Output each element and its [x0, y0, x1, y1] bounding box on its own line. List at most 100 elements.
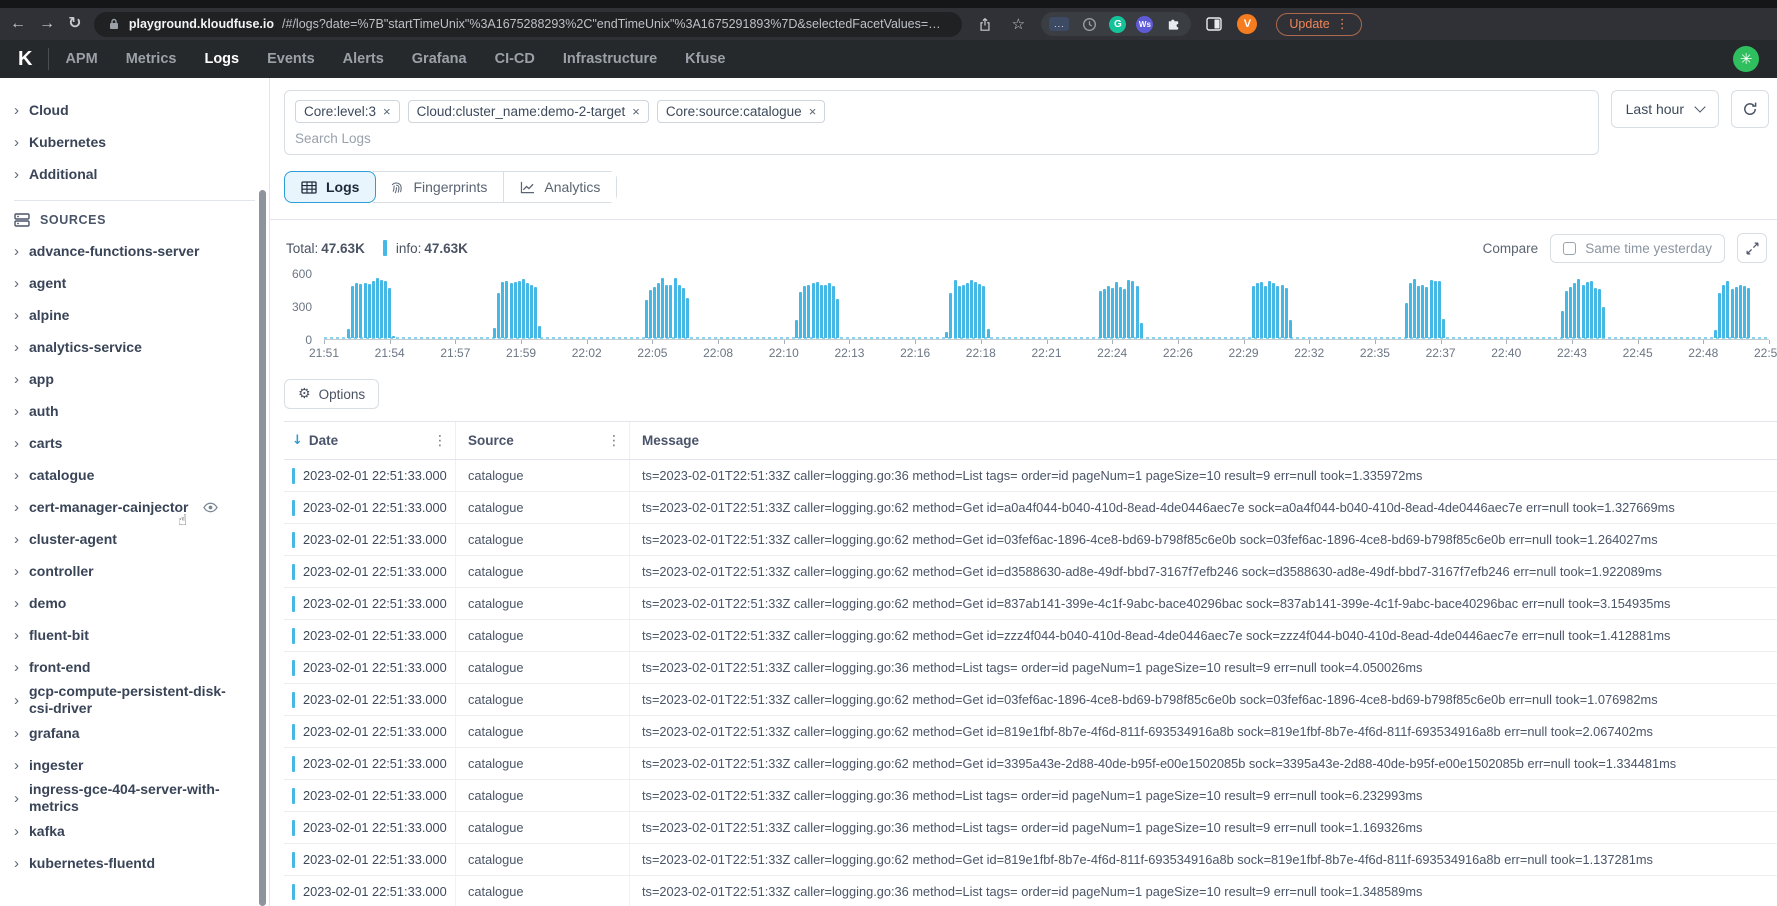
tab-fingerprints[interactable]: Fingerprints [373, 172, 503, 202]
chart-plot-area[interactable] [324, 274, 1769, 340]
browser-reload-icon[interactable]: ↻ [68, 16, 81, 32]
sidebar-item-carts[interactable]: ›carts [14, 427, 269, 459]
browser-back-icon[interactable]: ← [10, 16, 26, 32]
facet-group-kubernetes[interactable]: ›Kubernetes [14, 126, 269, 158]
chevron-right-icon: › [14, 693, 19, 708]
sidebar-scrollbar[interactable] [259, 190, 266, 906]
sidebar-item-cluster-agent[interactable]: ›cluster-agent [14, 523, 269, 555]
app-avatar[interactable]: ✳ [1733, 46, 1759, 72]
tab-analytics[interactable]: Analytics [503, 172, 616, 202]
puzzle-extension-icon[interactable] [1163, 14, 1183, 34]
nav-item-grafana[interactable]: Grafana [412, 51, 467, 67]
sidebar-item-grafana[interactable]: ›grafana [14, 717, 269, 749]
table-row[interactable]: 2023-02-01 22:51:33.000cataloguets=2023-… [284, 524, 1777, 556]
workspaces-icon[interactable]: Ws [1136, 16, 1153, 33]
sort-desc-icon[interactable]: ↓ [292, 433, 303, 448]
collapse-chart-button[interactable] [1737, 233, 1767, 263]
history-clock-icon[interactable] [1079, 14, 1099, 34]
sidebar-item-cert-manager-cainjector[interactable]: ›cert-manager-cainjector☝ [14, 491, 269, 523]
sidebar-item-fluent-bit[interactable]: ›fluent-bit [14, 619, 269, 651]
nav-item-infrastructure[interactable]: Infrastructure [563, 51, 657, 67]
sidebar-item-kubernetes-fluentd[interactable]: ›kubernetes-fluentd [14, 847, 269, 879]
sidebar-item-advance-functions-server[interactable]: ›advance-functions-server [14, 235, 269, 267]
chart-bar [970, 280, 973, 338]
table-row[interactable]: 2023-02-01 22:51:33.000cataloguets=2023-… [284, 652, 1777, 684]
log-volume-chart[interactable]: 6003000 21:5121:5421:5721:5922:0222:0522… [284, 274, 1769, 364]
share-icon[interactable] [975, 14, 995, 34]
bookmark-star-icon[interactable]: ☆ [1008, 14, 1028, 34]
sidebar-item-ingester[interactable]: ›ingester [14, 749, 269, 781]
table-row[interactable]: 2023-02-01 22:51:33.000cataloguets=2023-… [284, 460, 1777, 492]
browser-menu-icon[interactable]: ⋮ [1336, 17, 1349, 32]
address-bar[interactable]: playground.kloudfuse.io/#/logs?date=%7B"… [94, 12, 962, 37]
nav-item-kfuse[interactable]: Kfuse [685, 51, 725, 67]
refresh-button[interactable] [1731, 90, 1769, 128]
log-search-box[interactable]: Core:level:3× Cloud:cluster_name:demo-2-t… [284, 90, 1599, 155]
table-row[interactable]: 2023-02-01 22:51:33.000cataloguets=2023-… [284, 748, 1777, 780]
sidebar-item-controller[interactable]: ›controller [14, 555, 269, 587]
cell-date: 2023-02-01 22:51:33.000 [284, 748, 456, 779]
table-row[interactable]: 2023-02-01 22:51:33.000cataloguets=2023-… [284, 492, 1777, 524]
checkbox-icon[interactable] [1563, 242, 1576, 255]
tab-logs[interactable]: Logs [284, 171, 376, 203]
table-row[interactable]: 2023-02-01 22:51:33.000cataloguets=2023-… [284, 876, 1777, 906]
filter-chip-core-level-3[interactable]: Core:level:3× [295, 100, 400, 123]
table-row[interactable]: 2023-02-01 22:51:33.000cataloguets=2023-… [284, 716, 1777, 748]
browser-profile-avatar[interactable]: V [1237, 14, 1257, 34]
sidebar-item-ingress-gce-404-server-with-metrics[interactable]: ›ingress-gce-404-server-with-metrics [14, 781, 269, 815]
nav-item-alerts[interactable]: Alerts [343, 51, 384, 67]
options-button[interactable]: ⚙ Options [284, 379, 379, 409]
sidebar-item-front-end[interactable]: ›front-end [14, 651, 269, 683]
remove-chip-icon[interactable]: × [809, 104, 817, 119]
log-level-accent [292, 756, 295, 772]
sidebar-item-demo[interactable]: ›demo [14, 587, 269, 619]
source-label: controller [29, 563, 94, 580]
table-row[interactable]: 2023-02-01 22:51:33.000cataloguets=2023-… [284, 844, 1777, 876]
split-screen-icon[interactable] [1204, 14, 1224, 34]
date-column-menu-icon[interactable]: ⋮ [433, 433, 447, 449]
cell-date: 2023-02-01 22:51:33.000 [284, 588, 456, 619]
sidebar-item-kafka[interactable]: ›kafka [14, 815, 269, 847]
table-row[interactable]: 2023-02-01 22:51:33.000cataloguets=2023-… [284, 684, 1777, 716]
filter-chip-cloud-cluster-name-demo-2-target[interactable]: Cloud:cluster_name:demo-2-target× [408, 100, 649, 123]
sidebar-item-gcp-compute-persistent-disk-csi-driver[interactable]: ›gcp-compute-persistent-disk-csi-driver [14, 683, 269, 717]
sidebar-item-agent[interactable]: ›agent [14, 267, 269, 299]
sidebar-item-alpine[interactable]: ›alpine [14, 299, 269, 331]
facet-group-additional[interactable]: ›Additional [14, 158, 269, 190]
nav-item-metrics[interactable]: Metrics [126, 51, 177, 67]
sidebar-item-auth[interactable]: ›auth [14, 395, 269, 427]
column-header-source[interactable]: Source ⋮ [456, 422, 630, 459]
browser-forward-icon[interactable]: → [39, 16, 55, 32]
y-tick-label: 0 [305, 333, 312, 347]
filter-chip-core-source-catalogue[interactable]: Core:source:catalogue× [657, 100, 825, 123]
more-extensions-icon[interactable]: ... [1049, 17, 1069, 31]
column-header-date[interactable]: ↓ Date ⋮ [284, 422, 456, 459]
column-header-message[interactable]: Message [630, 422, 1777, 459]
table-row[interactable]: 2023-02-01 22:51:33.000cataloguets=2023-… [284, 780, 1777, 812]
search-input[interactable]: Search Logs [295, 131, 1588, 146]
table-row[interactable]: 2023-02-01 22:51:33.000cataloguets=2023-… [284, 620, 1777, 652]
sidebar-item-catalogue[interactable]: ›catalogue [14, 459, 269, 491]
eye-icon[interactable] [203, 502, 218, 513]
facet-group-cloud[interactable]: ›Cloud [14, 94, 269, 126]
grammarly-icon[interactable]: G [1109, 16, 1126, 33]
chart-bar [812, 283, 815, 338]
source-column-menu-icon[interactable]: ⋮ [607, 433, 621, 449]
nav-item-logs[interactable]: Logs [204, 51, 239, 67]
nav-item-apm[interactable]: APM [65, 51, 97, 67]
table-row[interactable]: 2023-02-01 22:51:33.000cataloguets=2023-… [284, 812, 1777, 844]
table-row[interactable]: 2023-02-01 22:51:33.000cataloguets=2023-… [284, 556, 1777, 588]
browser-update-button[interactable]: Update ⋮ [1276, 13, 1361, 36]
kloudfuse-logo[interactable]: K [18, 48, 32, 71]
remove-chip-icon[interactable]: × [632, 104, 640, 119]
table-row[interactable]: 2023-02-01 22:51:33.000cataloguets=2023-… [284, 588, 1777, 620]
nav-item-events[interactable]: Events [267, 51, 315, 67]
chart-bar [388, 288, 391, 338]
sidebar-item-analytics-service[interactable]: ›analytics-service [14, 331, 269, 363]
sidebar-item-app[interactable]: ›app [14, 363, 269, 395]
chart-bar [384, 281, 387, 338]
time-range-picker[interactable]: Last hour [1611, 90, 1719, 128]
nav-item-ci-cd[interactable]: CI-CD [495, 51, 535, 67]
compare-yesterday-toggle[interactable]: Same time yesterday [1550, 234, 1725, 263]
remove-chip-icon[interactable]: × [383, 104, 391, 119]
